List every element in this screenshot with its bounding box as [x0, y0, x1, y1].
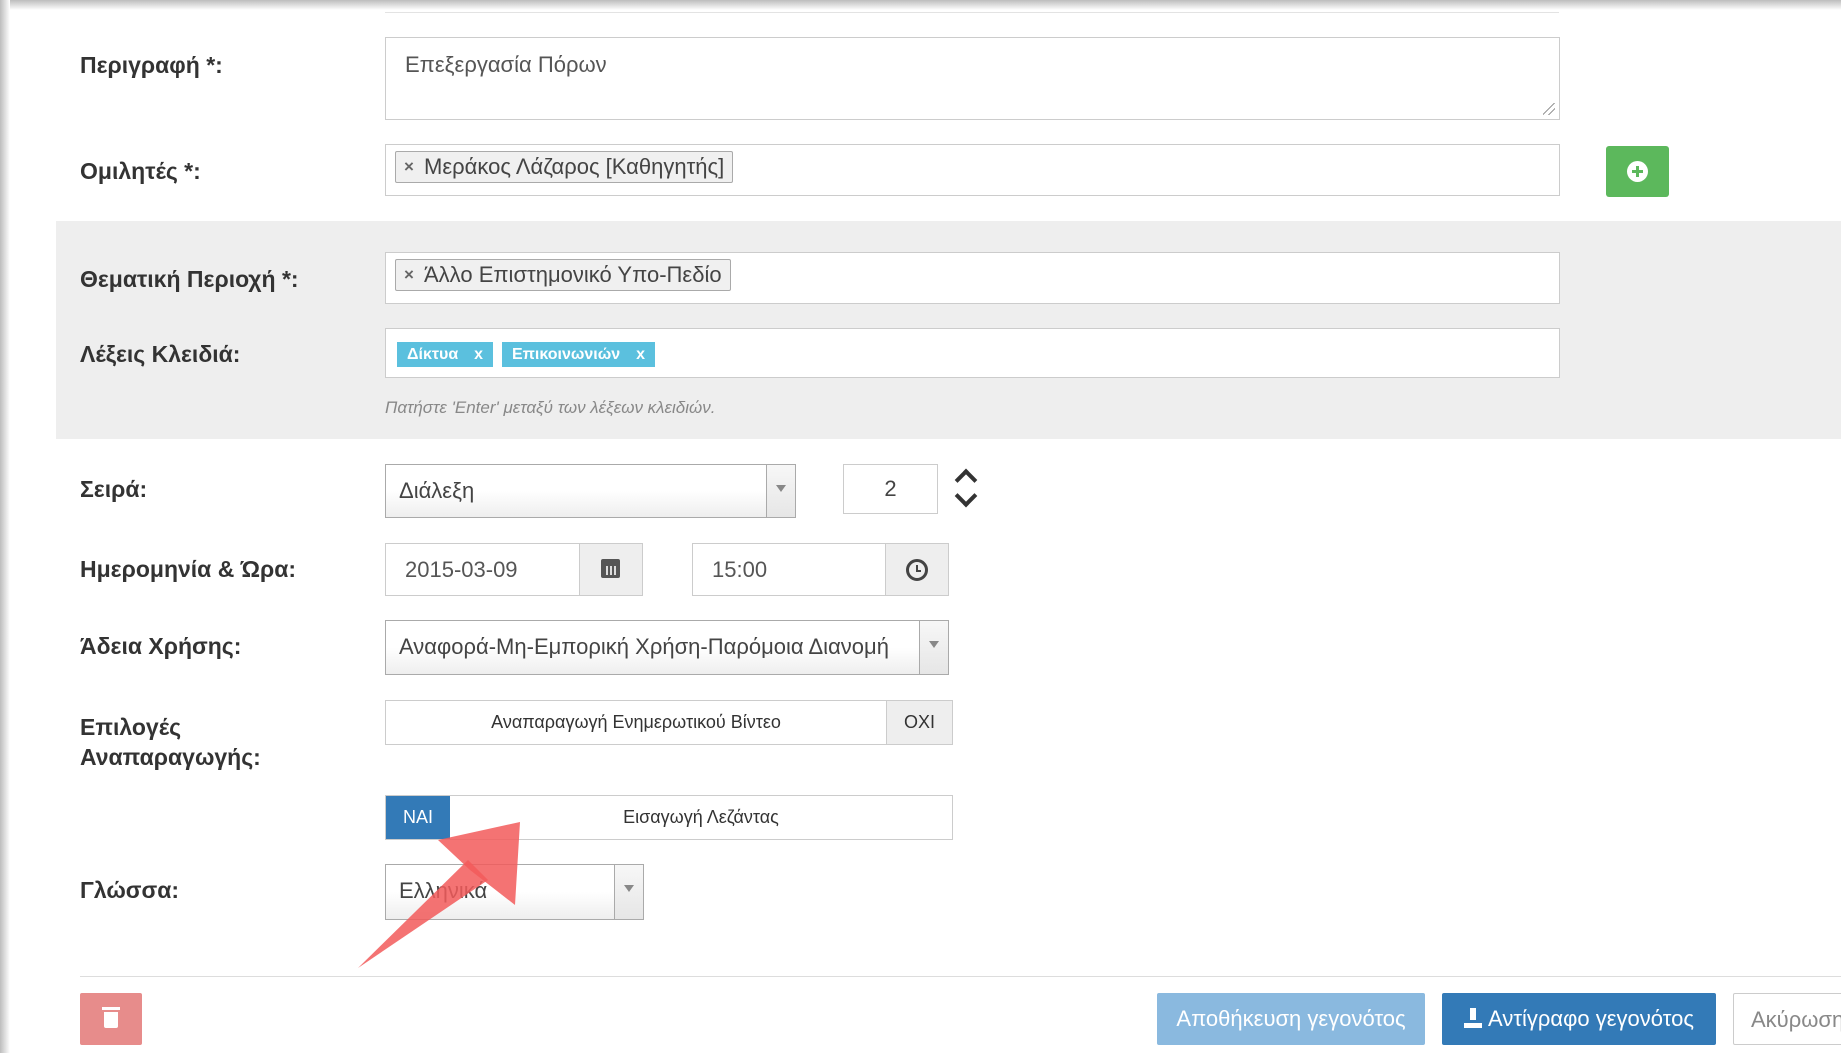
footer-divider: [80, 976, 1841, 977]
toggle-informational-video[interactable]: Αναπαραγωγή Ενημερωτικού Βίντεο ΟΧΙ: [385, 700, 953, 745]
playback-options-label-line2: Αναπαραγωγής:: [80, 744, 261, 770]
date-value: 2015-03-09: [405, 557, 518, 582]
series-label: Σειρά:: [80, 476, 148, 502]
time-picker-button[interactable]: [885, 544, 948, 595]
remove-chip-icon[interactable]: ×: [404, 152, 414, 182]
speakers-input[interactable]: × Μεράκος Λάζαρος [Καθηγητής]: [385, 144, 1560, 196]
keywords-label: Λέξεις Κλειδιά:: [80, 341, 241, 367]
toggle-label: Αναπαραγωγή Ενημερωτικού Βίντεο: [491, 712, 781, 732]
chevron-down-icon[interactable]: [614, 865, 643, 919]
keyword-tag: Επικοινωνιών x: [502, 342, 656, 367]
series-selected-value: Διάλεξη: [399, 478, 475, 503]
language-selected-value: Ελληνικά: [399, 878, 488, 903]
copy-event-label: Αντίγραφο γεγονότος: [1488, 1006, 1694, 1031]
toggle-insert-caption[interactable]: ΝΑΙ Εισαγωγή Λεζάντας: [385, 795, 953, 840]
date-picker-button[interactable]: [579, 544, 642, 595]
keyword-tag-label: Δίκτυα: [407, 346, 459, 363]
language-select[interactable]: Ελληνικά: [385, 864, 644, 920]
datetime-label: Ημερομηνία & Ώρα:: [80, 556, 297, 582]
window-shadow-left: [0, 0, 10, 1053]
remove-keyword-icon[interactable]: x: [474, 346, 483, 363]
toggle-state-off[interactable]: ΟΧΙ: [886, 701, 952, 744]
description-value: Επεξεργασία Πόρων: [405, 52, 607, 77]
description-label: Περιγραφή *:: [80, 52, 223, 78]
trash-icon: [102, 1007, 120, 1010]
thematic-area-chip: × Άλλο Επιστημονικό Υπο-Πεδίο: [395, 259, 731, 291]
keywords-help-text: Πατήστε 'Enter' μεταξύ των λέξεων κλειδι…: [385, 398, 716, 417]
section-top-border: [385, 12, 1559, 13]
chevron-down-icon[interactable]: [766, 465, 795, 517]
series-number-input[interactable]: 2: [843, 464, 938, 514]
playback-options-label: Επιλογές: [80, 714, 182, 740]
license-select[interactable]: Αναφορά-Μη-Εμπορική Χρήση-Παρόμοια Διανο…: [385, 620, 949, 675]
thematic-area-input[interactable]: × Άλλο Επιστημονικό Υπο-Πεδίο: [385, 252, 1560, 304]
time-input[interactable]: 15:00: [692, 543, 949, 596]
toggle-state-on[interactable]: ΝΑΙ: [386, 796, 450, 839]
window-shadow-top: [0, 0, 1841, 10]
thematic-area-chip-label: Άλλο Επιστημονικό Υπο-Πεδίο: [424, 262, 722, 287]
keyword-tag: Δίκτυα x: [397, 342, 494, 367]
toggle-label: Εισαγωγή Λεζάντας: [623, 807, 779, 827]
chevron-down-icon[interactable]: [919, 621, 948, 674]
remove-keyword-icon[interactable]: x: [636, 346, 645, 363]
date-input[interactable]: 2015-03-09: [385, 543, 643, 596]
speaker-chip: × Μεράκος Λάζαρος [Καθηγητής]: [395, 151, 734, 183]
description-textarea[interactable]: Επεξεργασία Πόρων: [385, 37, 1560, 120]
save-event-button[interactable]: Αποθήκευση γεγονότος: [1157, 993, 1425, 1045]
thematic-area-label: Θεματική Περιοχή *:: [80, 266, 299, 292]
clock-icon: [906, 559, 928, 581]
plus-circle-icon: [1627, 161, 1648, 182]
keyword-tag-label: Επικοινωνιών: [512, 346, 621, 363]
time-value: 15:00: [712, 557, 768, 582]
copy-event-button[interactable]: Αντίγραφο γεγονότος: [1442, 993, 1716, 1045]
trash-icon-body: [104, 1012, 118, 1028]
series-select[interactable]: Διάλεξη: [385, 464, 796, 518]
calendar-icon: [601, 559, 620, 578]
speakers-label: Ομιλητές *:: [80, 158, 201, 184]
chevron-down-icon[interactable]: [954, 484, 978, 508]
cancel-button[interactable]: Ακύρωση: [1733, 993, 1841, 1045]
keywords-input[interactable]: Δίκτυα x Επικοινωνιών x: [385, 328, 1560, 378]
number-spinner[interactable]: [954, 465, 981, 509]
speaker-chip-label: Μεράκος Λάζαρος [Καθηγητής]: [424, 154, 725, 179]
resize-grip-icon[interactable]: [1543, 103, 1555, 115]
delete-button[interactable]: [80, 993, 142, 1045]
language-label: Γλώσσα:: [80, 877, 180, 903]
license-selected-value: Αναφορά-Μη-Εμπορική Χρήση-Παρόμοια Διανο…: [399, 634, 889, 659]
add-speaker-button[interactable]: [1606, 146, 1669, 197]
remove-chip-icon[interactable]: ×: [404, 260, 414, 290]
license-label: Άδεια Χρήσης:: [80, 633, 242, 659]
copy-icon: [1464, 1008, 1483, 1028]
